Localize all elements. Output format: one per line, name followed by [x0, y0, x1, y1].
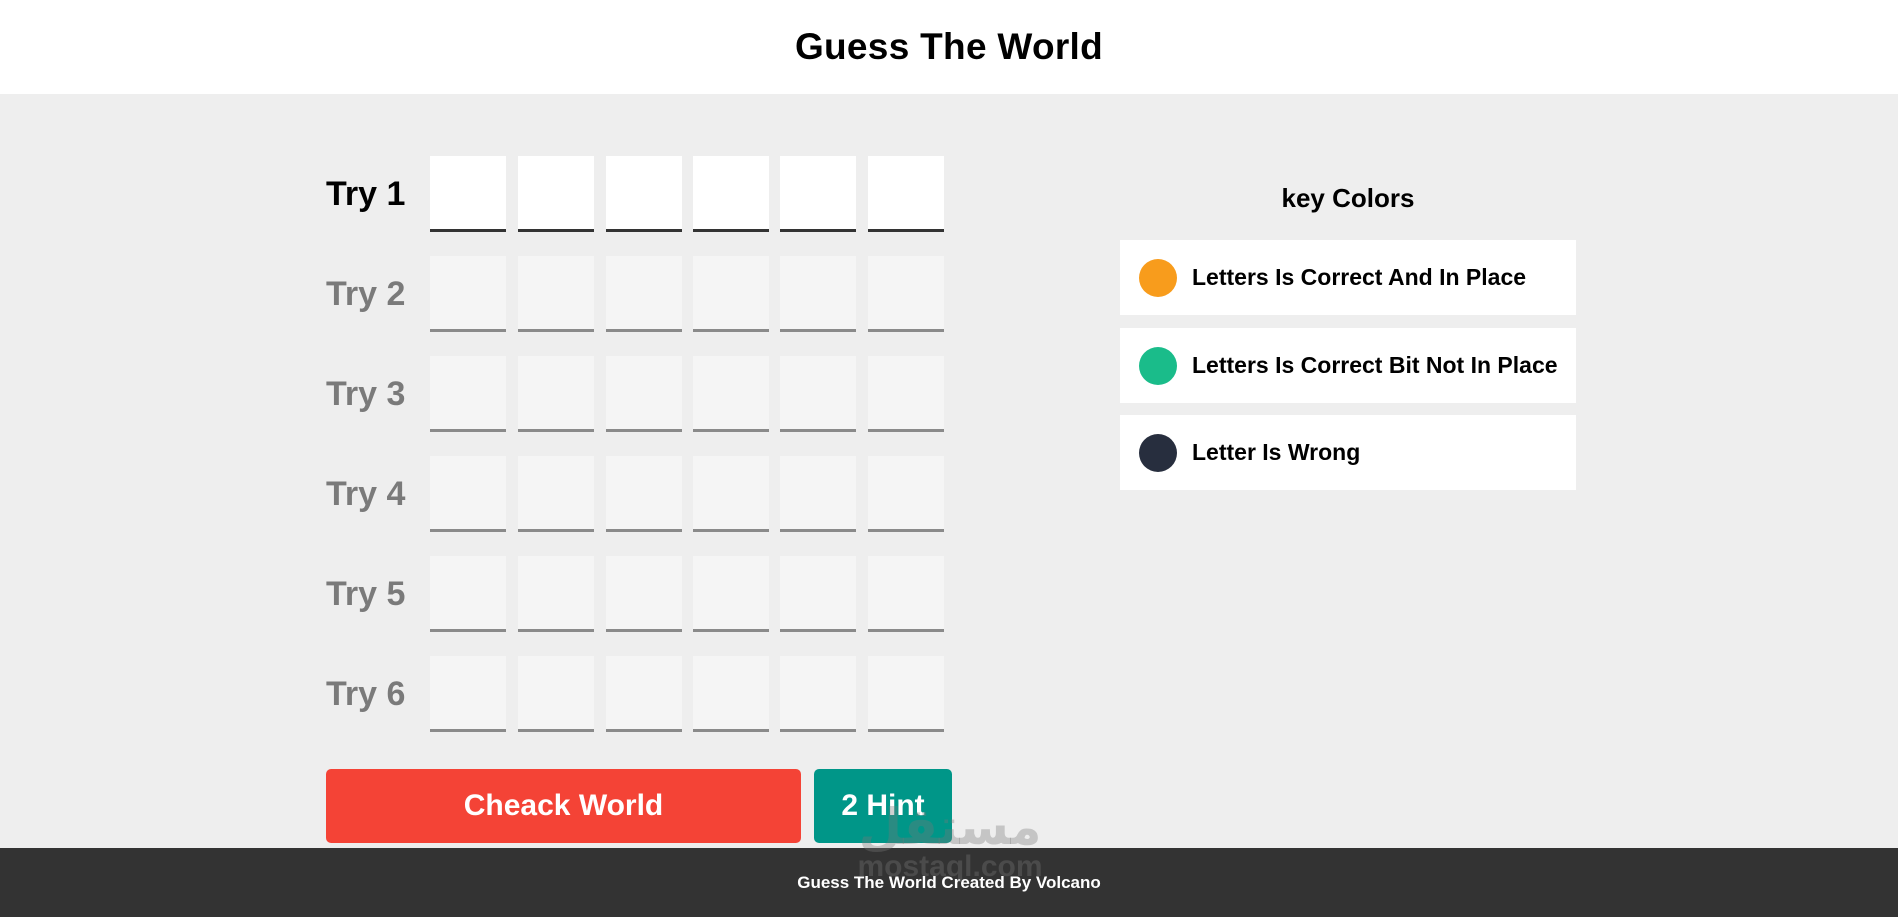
dark-dot-icon [1139, 433, 1177, 472]
green-dot-icon [1139, 346, 1177, 385]
letter-input [606, 356, 682, 432]
letter-input [430, 256, 506, 332]
letter-input [693, 356, 769, 432]
letter-input [430, 356, 506, 432]
letter-input [780, 656, 856, 732]
key-item-wrong: Letter Is Wrong [1120, 415, 1576, 490]
letter-input [693, 256, 769, 332]
letter-input [780, 556, 856, 632]
key-item-label: Letters Is Correct Bit Not In Place [1192, 352, 1558, 378]
page-title: Guess The World [794, 26, 1104, 67]
page-header: Guess The World [0, 0, 1898, 94]
try-label: Try 6 [326, 674, 406, 713]
letter-input[interactable] [606, 156, 682, 232]
hint-button[interactable]: 2 Hint [814, 769, 952, 843]
letter-input [518, 556, 594, 632]
letter-input [868, 656, 944, 732]
letter-input [430, 556, 506, 632]
letter-input [780, 456, 856, 532]
key-item-correct-in-place: Letters Is Correct And In Place [1120, 240, 1576, 315]
key-item-correct-not-in-place: Letters Is Correct Bit Not In Place [1120, 328, 1576, 403]
try-row-6: Try 6 [326, 656, 966, 732]
letter-input [868, 556, 944, 632]
letter-input[interactable] [518, 156, 594, 232]
page-footer: Guess The World Created By Volcano [0, 848, 1898, 917]
letter-input [518, 456, 594, 532]
try-label: Try 4 [326, 474, 406, 513]
letter-input [606, 256, 682, 332]
try-label: Try 3 [326, 374, 406, 413]
try-row-3: Try 3 [326, 356, 966, 432]
letter-input [693, 656, 769, 732]
letter-input [430, 656, 506, 732]
letter-input [430, 456, 506, 532]
try-label: Try 5 [326, 574, 406, 613]
footer-text: Guess The World Created By Volcano [797, 872, 1101, 892]
letter-input [606, 656, 682, 732]
letter-input [693, 556, 769, 632]
letter-input[interactable] [430, 156, 506, 232]
key-item-label: Letter Is Wrong [1192, 439, 1361, 465]
try-row-2: Try 2 [326, 256, 966, 332]
try-row-4: Try 4 [326, 456, 966, 532]
check-word-button[interactable]: Cheack World [326, 769, 801, 843]
letter-input [868, 256, 944, 332]
try-label: Try 1 [326, 174, 406, 213]
letter-input [868, 456, 944, 532]
try-row-1: Try 1 [326, 156, 966, 232]
letter-input [606, 556, 682, 632]
key-item-label: Letters Is Correct And In Place [1192, 264, 1527, 290]
letter-input[interactable] [693, 156, 769, 232]
letter-input[interactable] [780, 156, 856, 232]
letter-input [693, 456, 769, 532]
orange-dot-icon [1139, 258, 1177, 297]
letter-input[interactable] [868, 156, 944, 232]
key-colors-title: key Colors [1281, 183, 1415, 213]
try-label: Try 2 [326, 274, 406, 313]
letter-input [780, 256, 856, 332]
letter-input [518, 656, 594, 732]
key-colors-panel: key Colors Letters Is Correct And In Pla… [1120, 178, 1576, 490]
letter-input [518, 256, 594, 332]
letter-input [518, 356, 594, 432]
try-row-5: Try 5 [326, 556, 966, 632]
letter-input [606, 456, 682, 532]
letter-input [780, 356, 856, 432]
letter-input [868, 356, 944, 432]
